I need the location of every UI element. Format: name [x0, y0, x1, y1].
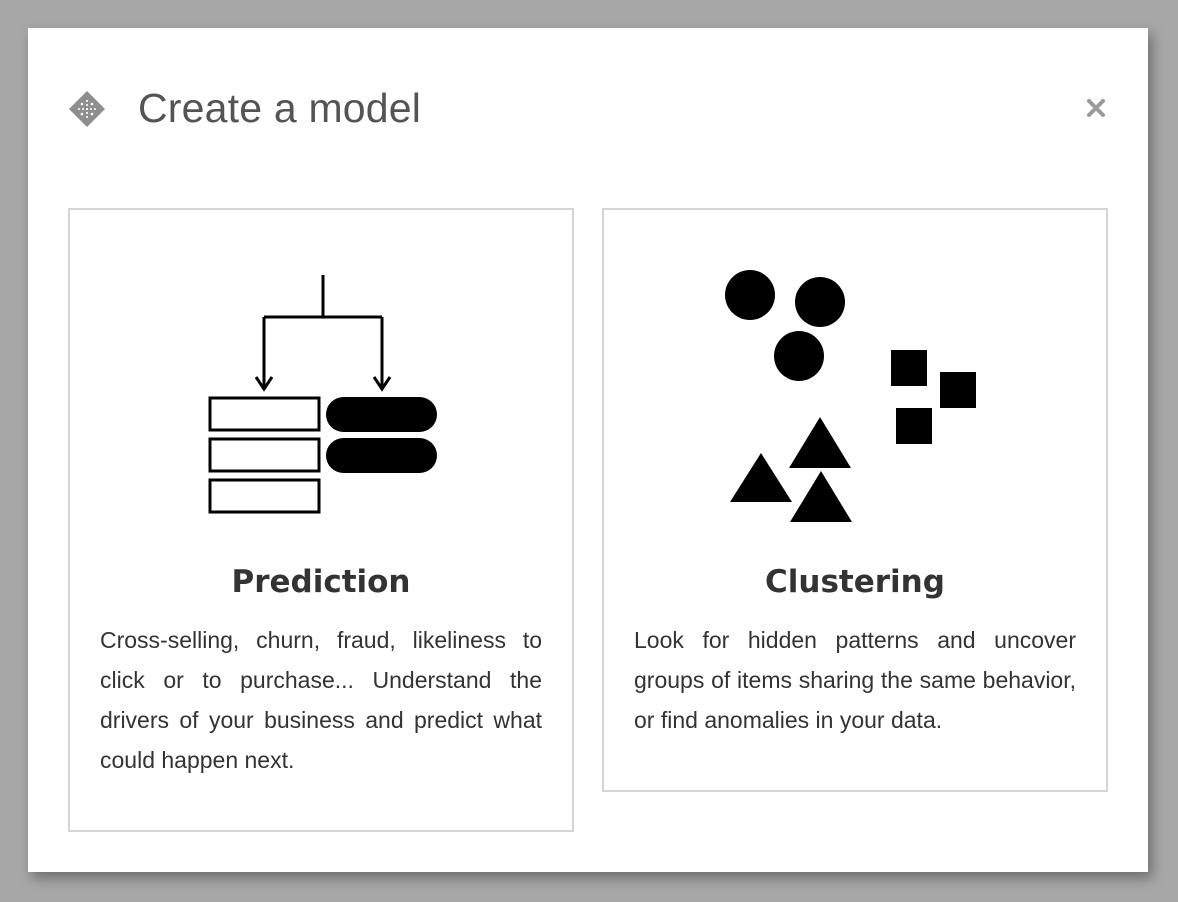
prediction-card[interactable]: Prediction Cross-selling, churn, fraud, …: [68, 208, 574, 832]
model-diamond-icon: [69, 91, 105, 127]
close-icon[interactable]: [1080, 92, 1112, 124]
dialog-title: Create a model: [138, 85, 422, 131]
create-model-dialog: Create a model Prediction Cross-selling,…: [28, 28, 1148, 872]
prediction-description: Cross-selling, churn, fraud, likeliness …: [100, 627, 542, 773]
clustering-icon: [725, 270, 976, 522]
prediction-icon: [208, 275, 437, 514]
clustering-title: Clustering: [765, 564, 945, 600]
clustering-description: Look for hidden patterns and uncover gro…: [634, 627, 1076, 733]
prediction-title: Prediction: [231, 564, 411, 600]
clustering-card[interactable]: Clustering Look for hidden patterns and …: [602, 208, 1108, 792]
dialog-header: Create a model: [28, 28, 1148, 188]
